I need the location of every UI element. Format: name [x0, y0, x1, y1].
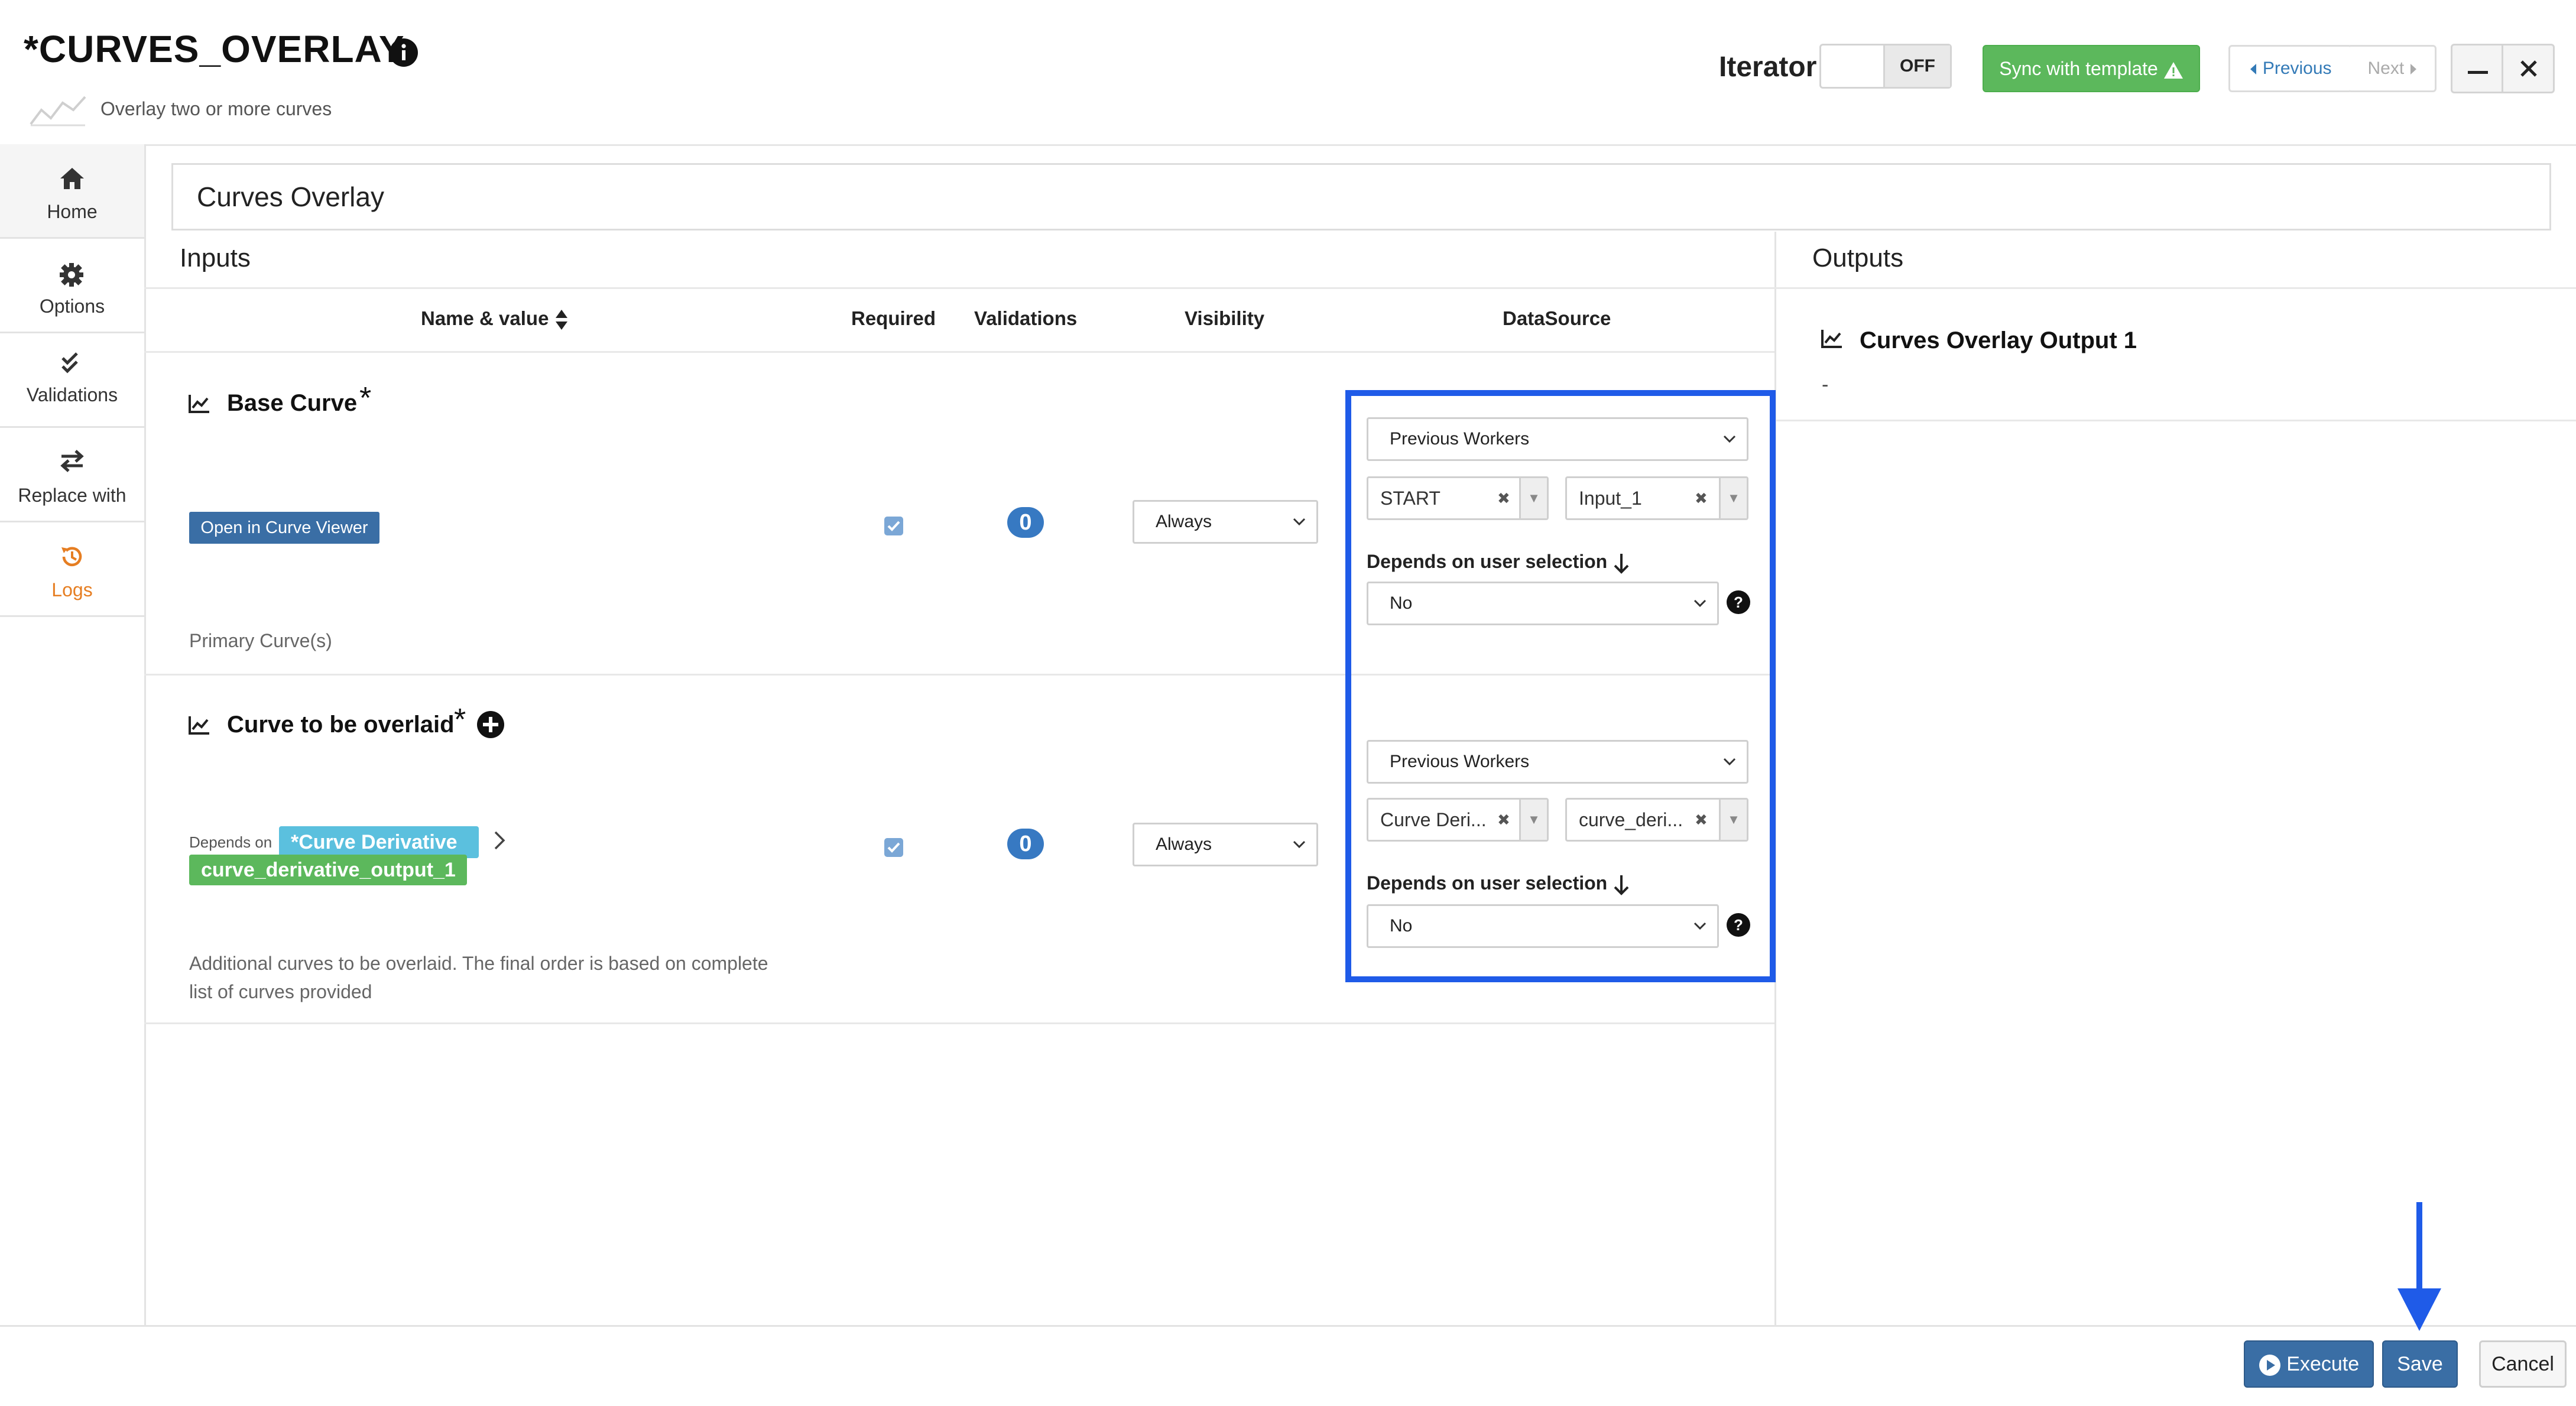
caret-right-icon: [2409, 59, 2418, 78]
worker-name-input[interactable]: Curves Overlay: [171, 163, 2551, 230]
sidebar-item-logs[interactable]: Logs: [0, 522, 144, 617]
description-line: list of curves provided: [189, 981, 372, 1002]
validations-count-badge[interactable]: 0: [1007, 829, 1044, 859]
close-button[interactable]: [2502, 44, 2555, 93]
column-header-visibility: Visibility: [1185, 307, 1265, 329]
open-in-curve-viewer-button[interactable]: Open in Curve Viewer: [189, 512, 379, 544]
home-icon: [59, 167, 85, 193]
add-icon[interactable]: [476, 710, 505, 742]
minimize-button[interactable]: [2451, 44, 2504, 93]
previous-button[interactable]: Previous: [2228, 45, 2353, 92]
sync-with-template-button[interactable]: Sync with template: [1983, 45, 2200, 92]
depends-on-output-tag[interactable]: curve_derivative_output_1: [189, 855, 467, 885]
visibility-select[interactable]: Always: [1133, 823, 1318, 866]
header: *CURVES_OVERLAY Overlay two or more curv…: [0, 0, 2576, 146]
outputs-heading: Outputs: [1812, 243, 1904, 272]
previous-label: Previous: [2262, 59, 2332, 78]
page-subtitle: Overlay two or more curves: [100, 98, 332, 119]
save-button[interactable]: Save: [2382, 1340, 2458, 1388]
warning-icon: [2163, 58, 2184, 79]
sidebar-item-label: Logs: [51, 579, 93, 600]
param-name-base-curve: Base Curve: [227, 390, 358, 416]
inputs-heading: Inputs: [180, 243, 251, 272]
param-description: Additional curves to be overlaid. The fi…: [189, 949, 768, 1006]
next-label: Next: [2367, 59, 2405, 78]
line-chart-icon: [1821, 329, 1843, 352]
depends-on-worker-tag[interactable]: *Curve Derivative: [279, 826, 479, 858]
close-icon: [2520, 60, 2538, 80]
sort-icon[interactable]: [554, 307, 569, 330]
caret-left-icon: [2249, 59, 2262, 78]
divider: [1776, 420, 2576, 421]
datasource-highlight-box: [1345, 390, 1776, 982]
execute-button[interactable]: Execute: [2244, 1340, 2374, 1388]
execute-label: Execute: [2286, 1353, 2360, 1375]
iterator-label: Iterator: [1719, 51, 1817, 83]
next-button[interactable]: Next: [2350, 45, 2437, 92]
line-chart-icon: [188, 394, 210, 417]
arrow-down-annotation-icon: [2393, 1200, 2446, 1336]
sidebar-item-replace-with[interactable]: Replace with: [0, 428, 144, 522]
cancel-button[interactable]: Cancel: [2479, 1340, 2567, 1388]
sidebar-item-label: Replace with: [18, 485, 126, 506]
history-icon: [59, 544, 85, 573]
depends-on-label: Depends on: [189, 833, 272, 851]
param-name-curve-to-be-overlaid: Curve to be overlaid: [227, 712, 455, 738]
sidebar: Home Options Validations Replace with Lo…: [0, 144, 146, 1326]
param-description: Primary Curve(s): [189, 630, 332, 651]
description-line: Additional curves to be overlaid. The fi…: [189, 953, 768, 974]
validations-count-badge[interactable]: 0: [1007, 507, 1044, 538]
sidebar-item-home[interactable]: Home: [0, 144, 144, 239]
output-name: Curves Overlay Output 1: [1860, 327, 2137, 353]
divider: [144, 287, 2576, 289]
info-icon[interactable]: [389, 38, 418, 67]
divider: [144, 351, 1774, 353]
required-checkbox[interactable]: [884, 838, 903, 857]
iterator-toggle[interactable]: OFF: [1819, 44, 1952, 89]
sidebar-item-options[interactable]: Options: [0, 239, 144, 333]
required-marker: *: [454, 703, 466, 737]
column-label: Name & value: [421, 307, 549, 329]
gear-icon: [59, 262, 84, 290]
iterator-state: OFF: [1883, 46, 1950, 87]
column-header-name-value[interactable]: Name & value: [421, 307, 569, 331]
play-icon: [2259, 1353, 2286, 1376]
curve-chart-icon: [28, 92, 87, 128]
footer: [0, 1325, 2576, 1406]
sync-label: Sync with template: [1999, 58, 2158, 79]
sidebar-item-label: Validations: [26, 384, 118, 405]
visibility-value: Always: [1156, 834, 1212, 854]
double-check-icon: [59, 352, 83, 376]
required-marker: *: [359, 381, 372, 415]
sidebar-item-label: Options: [39, 296, 105, 317]
visibility-select[interactable]: Always: [1133, 500, 1318, 544]
output-value: -: [1822, 374, 1829, 396]
chevron-right-icon[interactable]: [493, 830, 506, 854]
visibility-value: Always: [1156, 512, 1212, 531]
line-chart-icon: [188, 715, 210, 738]
required-checkbox[interactable]: [884, 517, 903, 535]
chevron-down-icon: [1293, 502, 1306, 542]
column-header-datasource: DataSource: [1503, 307, 1611, 329]
column-header-required: Required: [851, 307, 936, 329]
sidebar-item-label: Home: [47, 201, 98, 222]
swap-icon: [59, 449, 85, 476]
column-header-validations: Validations: [974, 307, 1078, 329]
sidebar-item-validations[interactable]: Validations: [0, 333, 144, 428]
chevron-down-icon: [1293, 824, 1306, 865]
divider: [144, 1022, 1774, 1024]
page-title: *CURVES_OVERLAY: [24, 28, 405, 70]
minus-icon: [2468, 67, 2488, 77]
